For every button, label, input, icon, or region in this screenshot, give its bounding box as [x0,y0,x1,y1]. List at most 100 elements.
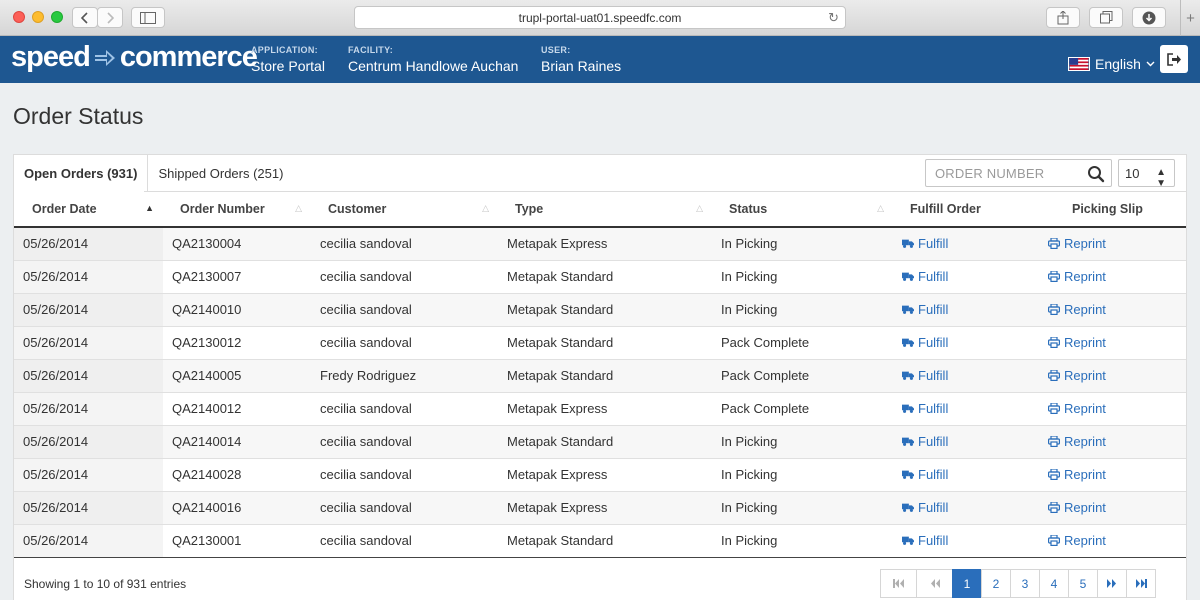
last-page-button[interactable] [1126,569,1156,598]
table-row: 05/26/2014 QA2140014 cecilia sandoval Metap… [14,425,1186,459]
language-selector[interactable]: English [1068,56,1155,72]
sort-ascending-icon: ▲ [145,203,154,213]
previous-page-button[interactable] [916,569,953,598]
first-page-button[interactable] [880,569,917,598]
zoom-window-button[interactable] [51,11,63,23]
truck-icon [902,239,914,248]
minimize-window-button[interactable] [32,11,44,23]
page-1-button[interactable]: 1 [952,569,982,598]
reprint-link[interactable]: Reprint [1048,236,1106,251]
column-header-type[interactable]: Type △ [498,192,712,228]
cell-type: Metapak Standard [498,359,712,393]
column-header-order-date[interactable]: Order Date ▲ [14,192,163,228]
tabs-overview-button[interactable] [1089,7,1123,28]
reprint-label: Reprint [1064,367,1106,383]
order-number-search-input[interactable] [926,161,1081,185]
cell-date: 05/26/2014 [14,260,163,294]
truck-icon [902,470,914,479]
page-size-value: 10 [1125,165,1140,181]
first-page-icon [893,579,904,588]
truck-icon [902,305,914,314]
reprint-link[interactable]: Reprint [1048,269,1106,284]
cell-fulfill: Fulfill [893,359,1039,393]
chevron-left-icon [81,11,88,24]
cell-number: QA2130001 [163,524,311,558]
search-icon[interactable] [1087,165,1105,183]
reload-icon[interactable]: ↻ [828,10,839,26]
reprint-link[interactable]: Reprint [1048,533,1106,548]
order-search [925,159,1112,187]
application-value: Store Portal [251,58,325,74]
fulfill-link[interactable]: Fulfill [902,401,948,416]
reprint-link[interactable]: Reprint [1048,302,1106,317]
print-icon [1048,501,1060,513]
cell-type: Metapak Standard [498,524,712,558]
cell-date: 05/26/2014 [14,359,163,393]
reprint-label: Reprint [1064,433,1106,449]
share-button[interactable] [1046,7,1080,28]
cell-fulfill: Fulfill [893,293,1039,327]
user-label: USER: [541,45,571,55]
cell-status: In Picking [712,293,893,327]
reprint-label: Reprint [1064,301,1106,317]
new-tab-button[interactable]: + [1180,0,1200,36]
cell-status: In Picking [712,491,893,525]
reprint-label: Reprint [1064,532,1106,548]
tab-shipped-orders[interactable]: Shipped Orders (251) [148,155,293,192]
cell-customer: cecilia sandoval [311,293,498,327]
reprint-label: Reprint [1064,400,1106,416]
fulfill-link[interactable]: Fulfill [902,434,948,449]
cell-type: Metapak Express [498,227,712,261]
page-4-button[interactable]: 4 [1039,569,1069,598]
fulfill-link[interactable]: Fulfill [902,302,948,317]
cell-picking-slip: Reprint [1039,392,1186,426]
sidebar-icon [140,11,156,24]
fulfill-link[interactable]: Fulfill [902,236,948,251]
cell-type: Metapak Express [498,458,712,492]
page-2-button[interactable]: 2 [981,569,1011,598]
cell-number: QA2130012 [163,326,311,360]
page-size-select[interactable]: 10 ▲ ▼ [1118,159,1175,189]
application-label: APPLICATION: [251,45,318,55]
cell-number: QA2140028 [163,458,311,492]
forward-button[interactable] [97,7,123,28]
speed-commerce-logo[interactable]: speed commerce [11,41,258,74]
fulfill-link[interactable]: Fulfill [902,368,948,383]
fulfill-link[interactable]: Fulfill [902,335,948,350]
address-bar[interactable]: trupl-portal-uat01.speedfc.com ↻ [354,6,846,29]
print-icon [1048,402,1060,414]
reprint-link[interactable]: Reprint [1048,500,1106,515]
sidebar-toggle-button[interactable] [131,7,165,28]
fulfill-link[interactable]: Fulfill [902,467,948,482]
cell-date: 05/26/2014 [14,425,163,459]
fulfill-link[interactable]: Fulfill [902,533,948,548]
column-header-status[interactable]: Status △ [712,192,893,228]
tab-open-orders[interactable]: Open Orders (931) [14,155,149,192]
back-button[interactable] [72,7,98,28]
page-5-button[interactable]: 5 [1068,569,1098,598]
downloads-button[interactable] [1132,7,1166,28]
fulfill-label: Fulfill [918,334,949,350]
column-header-order-number[interactable]: Order Number △ [163,192,311,228]
reprint-label: Reprint [1064,334,1106,350]
reprint-link[interactable]: Reprint [1048,335,1106,350]
reprint-label: Reprint [1064,466,1106,482]
fulfill-label: Fulfill [918,532,949,548]
reprint-link[interactable]: Reprint [1048,401,1106,416]
fulfill-link[interactable]: Fulfill [902,269,948,284]
cell-fulfill: Fulfill [893,227,1039,261]
reprint-link[interactable]: Reprint [1048,368,1106,383]
page-3-button[interactable]: 3 [1010,569,1040,598]
fulfill-link[interactable]: Fulfill [902,500,948,515]
close-window-button[interactable] [13,11,25,23]
last-page-icon [1135,579,1147,588]
tabs-icon [1099,11,1112,24]
next-page-button[interactable] [1097,569,1127,598]
reprint-link[interactable]: Reprint [1048,467,1106,482]
previous-page-icon [930,579,940,588]
column-header-customer[interactable]: Customer △ [311,192,498,228]
logout-button[interactable] [1160,45,1188,73]
cell-fulfill: Fulfill [893,524,1039,558]
plus-icon: + [1186,9,1195,27]
reprint-link[interactable]: Reprint [1048,434,1106,449]
